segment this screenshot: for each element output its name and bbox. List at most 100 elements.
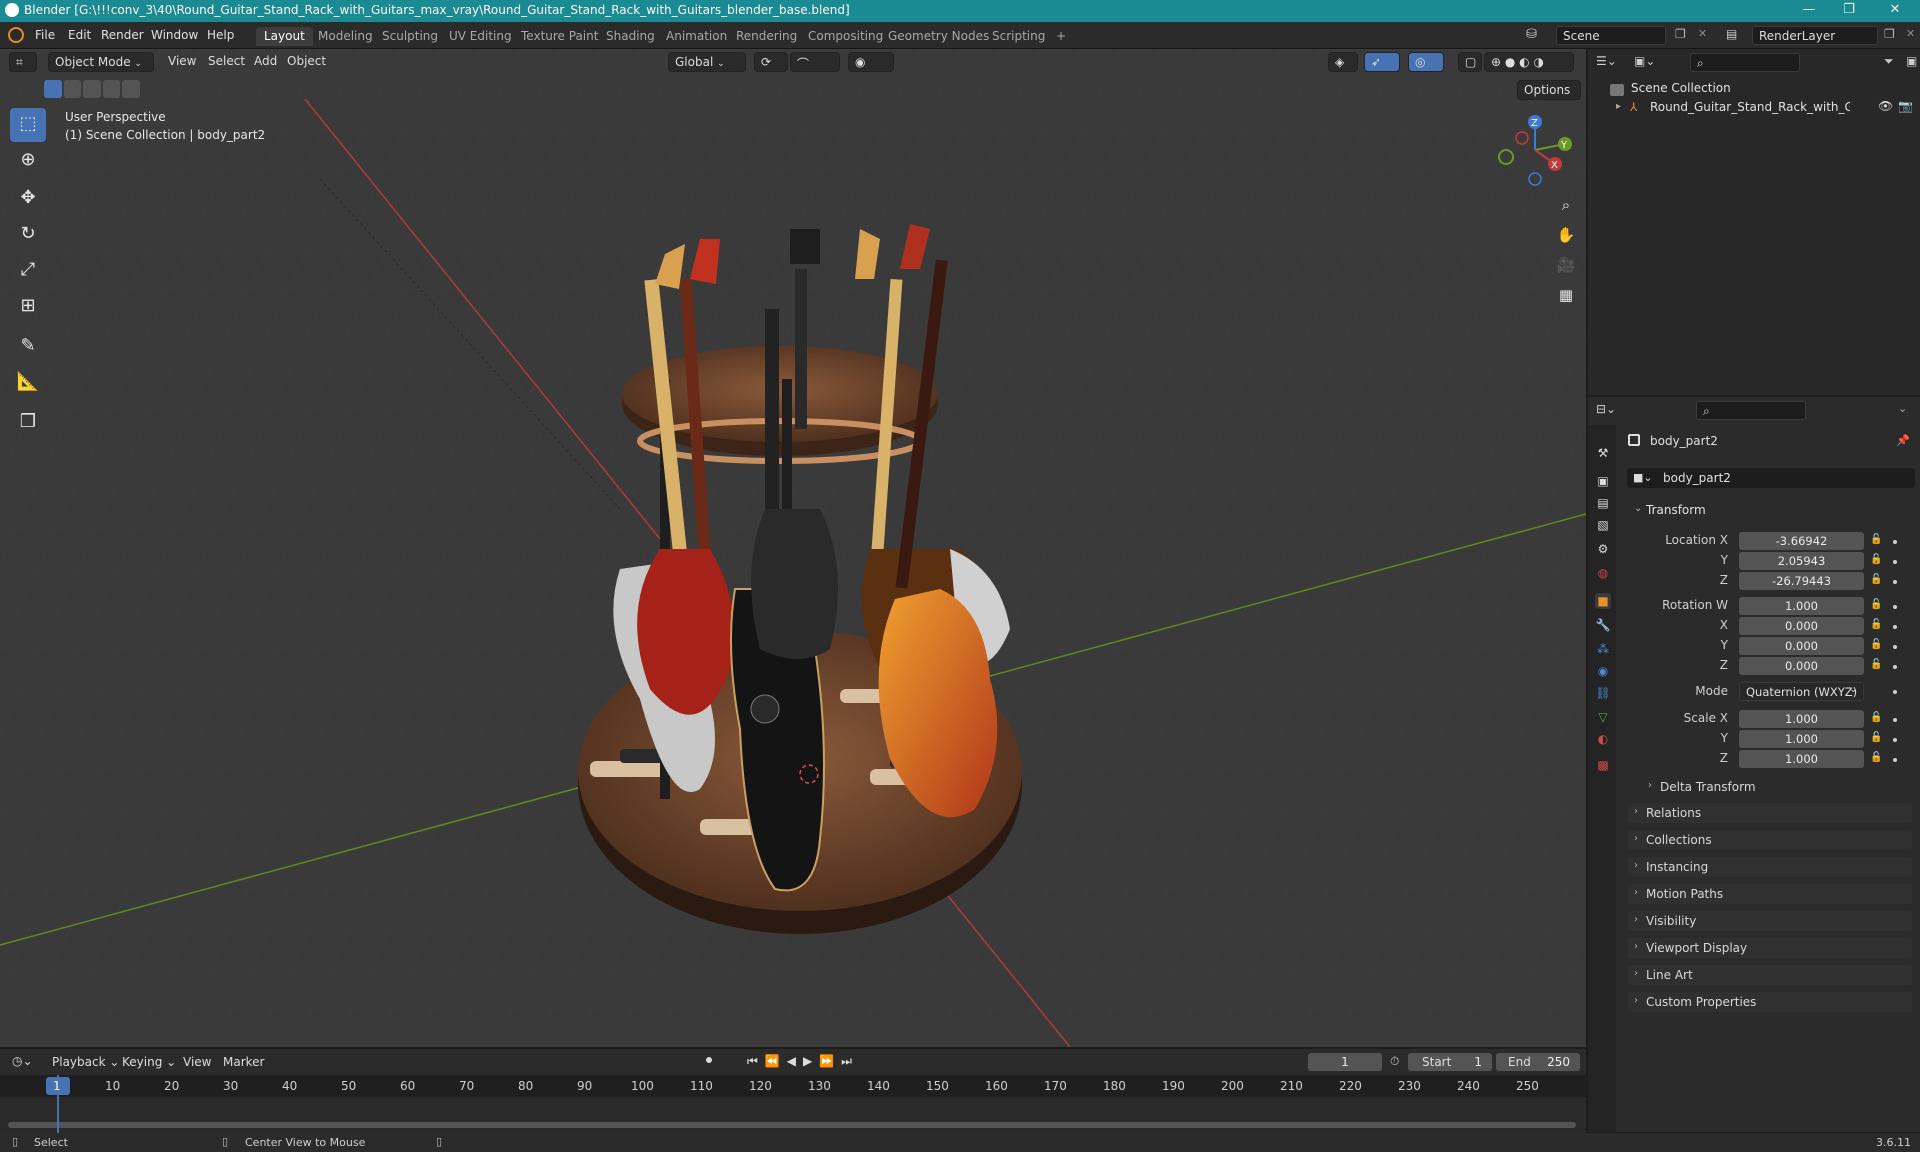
instancing-panel[interactable]: › Instancing [1628,857,1912,877]
minimize-button[interactable]: — [1800,2,1818,20]
pan-hand-icon[interactable]: ✋ [1553,222,1579,248]
keying-menu[interactable]: Keying ⌄ [122,1055,176,1069]
custom-properties-panel[interactable]: › Custom Properties [1628,992,1912,1012]
tab-geometry-nodes[interactable]: Geometry Nodes [880,27,997,46]
scene-tab-icon[interactable]: ⚙ [1595,541,1611,557]
tab-animation[interactable]: Animation [658,27,735,46]
gizmo-toggle-button[interactable]: ➶ [1364,52,1400,72]
blender-menu-icon[interactable] [8,27,24,43]
navigation-gizmo[interactable]: Z Y X [1490,110,1580,190]
rotation-mode-dropdown[interactable]: Quaternion (WXYZ) ⌄ [1739,682,1864,701]
lock-icon[interactable]: 🔓 [1870,732,1882,743]
menu-add[interactable]: Add [254,54,277,68]
lock-icon[interactable]: 🔓 [1870,659,1882,670]
data-tab-icon[interactable]: ▽ [1595,709,1611,725]
location-z-field[interactable]: -26.79443 [1739,572,1864,590]
scene-collection-label[interactable]: Scene Collection [1631,81,1731,95]
scale-y-field[interactable]: 1.000 [1739,730,1864,748]
constraints-tab-icon[interactable]: ⛓ [1595,685,1611,701]
menu-view[interactable]: View [168,54,196,68]
delta-transform-subpanel[interactable]: › Delta Transform [1644,777,1912,797]
line-art-panel[interactable]: › Line Art [1628,965,1912,985]
outliner-search-input[interactable]: ⌕ [1690,53,1800,72]
keyframe-dot[interactable] [1893,560,1897,564]
marker-menu[interactable]: Marker [223,1055,264,1069]
tab-layout[interactable]: Layout [256,27,313,46]
stopwatch-icon[interactable]: ⏱ [1390,1054,1399,1069]
particles-tab-icon[interactable]: ⁂ [1595,641,1611,657]
select-intersect-icon[interactable] [122,80,140,98]
scale-x-field[interactable]: 1.000 [1739,710,1864,728]
lock-icon[interactable]: 🔓 [1870,619,1882,630]
properties-options-icon[interactable]: ⌄ [1898,402,1907,415]
camera-view-icon[interactable]: 🎥 [1553,252,1579,278]
keyframe-dot[interactable] [1893,645,1897,649]
camera-render-icon[interactable]: 📷 [1898,99,1913,113]
expand-arrow-icon[interactable]: ▸ [1616,101,1621,112]
record-button[interactable] [703,1054,715,1066]
material-tab-icon[interactable]: ◐ [1595,731,1611,747]
scene-selector[interactable]: Scene [1556,26,1666,45]
menu-window[interactable]: Window [151,28,198,42]
proportional-edit-button[interactable]: ◉ [848,52,894,72]
close-button[interactable]: ✕ [1886,2,1904,20]
outliner-object-item[interactable]: Round_Guitar_Stand_Rack_with_Guitars [1650,100,1850,114]
keyframe-dot[interactable] [1893,665,1897,669]
new-collection-icon[interactable]: ▣ [1906,54,1917,68]
xray-toggle-button[interactable]: ▢ [1458,52,1482,72]
select-extend-icon[interactable] [63,80,82,98]
cursor-tool[interactable]: ⊕ [10,144,46,178]
visibility-panel[interactable]: › Visibility [1628,911,1912,931]
tab-sculpting[interactable]: Sculpting [374,27,446,46]
restore-button[interactable]: ❐ [1840,2,1858,20]
scale-z-field[interactable]: 1.000 [1739,750,1864,768]
lock-icon[interactable]: 🔓 [1870,574,1882,585]
keyframe-dot[interactable] [1893,718,1897,722]
view-layer-tab-icon[interactable]: ▧ [1595,517,1611,533]
snap-button[interactable]: ⌒ [790,52,840,72]
menu-select[interactable]: Select [208,54,245,68]
properties-editor-icon[interactable]: ⊟⌄ [1596,402,1616,416]
playback-controls[interactable]: ⏮⏪◀▶⏩⏭ [747,1054,859,1069]
menu-render[interactable]: Render [101,28,144,42]
tab-shading[interactable]: Shading [598,27,663,46]
delete-scene-icon[interactable]: ✕ [1698,27,1707,40]
tab-compositing[interactable]: Compositing [800,27,891,46]
location-y-field[interactable]: 2.05943 [1739,552,1864,570]
new-scene-icon[interactable]: ❐ [1675,27,1686,41]
add-workspace-button[interactable]: + [1048,27,1074,46]
properties-search-input[interactable]: ⌕ [1696,401,1806,420]
object-datablock-field[interactable]: ■⌄ body_part2 [1627,468,1915,488]
rotate-tool[interactable]: ↻ [10,218,46,252]
timeline-editor-icon[interactable]: ◷⌄ [12,1054,33,1068]
menu-file[interactable]: File [35,28,55,42]
rotation-y-field[interactable]: 0.000 [1739,637,1864,655]
object-tab-icon[interactable]: ■ [1595,593,1611,609]
keyframe-dot[interactable] [1893,580,1897,584]
rotation-z-field[interactable]: 0.000 [1739,657,1864,675]
keyframe-dot[interactable] [1893,625,1897,629]
outliner-editor-icon[interactable]: ☰⌄ [1596,54,1624,72]
current-frame-field[interactable]: 1 [1308,1053,1382,1071]
3d-viewport[interactable] [0,49,1586,1047]
overlay-toggle-button[interactable]: ◎ [1408,52,1444,72]
visibility-toggle-button[interactable]: ◈ [1328,52,1358,72]
pin-icon[interactable]: 📌 [1896,434,1910,447]
tab-texture-paint[interactable]: Texture Paint [513,27,606,46]
lock-icon[interactable]: 🔓 [1870,712,1882,723]
render-tab-icon[interactable]: ▣ [1595,473,1611,489]
tab-uv-editing[interactable]: UV Editing [441,27,520,46]
output-tab-icon[interactable]: ▤ [1595,495,1611,511]
lock-icon[interactable]: 🔓 [1870,554,1882,565]
physics-tab-icon[interactable]: ◉ [1595,663,1611,679]
new-layer-icon[interactable]: ❐ [1884,27,1895,41]
delete-layer-icon[interactable]: ✕ [1906,27,1915,40]
transform-orientation-selector[interactable]: Global ⌄ [668,52,746,72]
shading-mode-buttons[interactable]: ⊕ ● ◐ ◑ [1484,52,1574,72]
modifier-tab-icon[interactable]: 🔧 [1595,617,1611,633]
zoom-icon[interactable]: ⌕ [1553,192,1579,218]
display-mode-icon[interactable]: ▣⌄ [1634,54,1662,72]
select-new-icon[interactable] [44,80,62,98]
lock-icon[interactable]: 🔓 [1870,599,1882,610]
select-invert-icon[interactable] [102,80,121,98]
